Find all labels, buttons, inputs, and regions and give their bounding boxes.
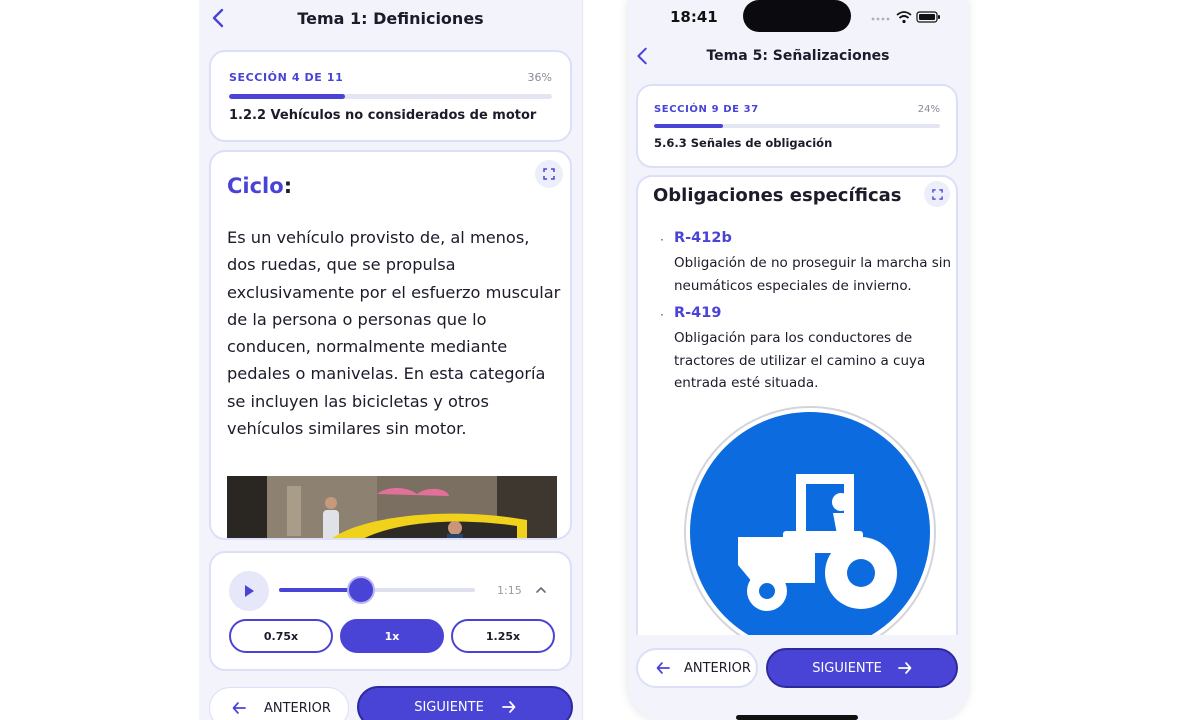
- play-button[interactable]: [229, 571, 269, 611]
- previous-button-label: ANTERIOR: [264, 700, 331, 716]
- section-progress-card: SECCIÓN 4 DE 11 36% 1.2.2 Vehículos no c…: [209, 50, 572, 142]
- audio-progress-slider[interactable]: [279, 576, 475, 604]
- next-button[interactable]: SIGUIENTE: [766, 648, 958, 688]
- section-label: SECCIÓN 9 DE 37: [654, 104, 759, 115]
- sign-code: R-412b: [674, 230, 732, 246]
- section-progress-card: SECCIÓN 9 DE 37 24% 5.6.3 Señales de obl…: [636, 84, 958, 168]
- bicycle-taxi-photo: [227, 476, 557, 538]
- expand-icon: [931, 188, 943, 200]
- previous-button-label: ANTERIOR: [684, 660, 751, 676]
- page-title: Tema 1: Definiciones: [297, 9, 484, 28]
- arrow-left-icon: [656, 662, 670, 674]
- status-bar-time: 18:41: [670, 8, 718, 26]
- lesson-content-card: Ciclo: Es un vehículo provisto de, al me…: [209, 150, 572, 540]
- home-indicator: [736, 715, 858, 720]
- speed-option-0-75x[interactable]: 0.75x: [229, 619, 333, 653]
- wifi-icon: [896, 11, 912, 24]
- battery-icon: [916, 11, 940, 23]
- expand-button[interactable]: [924, 181, 950, 207]
- audio-time: 1:15: [497, 584, 522, 597]
- play-icon: [245, 585, 254, 597]
- sign-description: Obligación de no proseguir la marcha sin…: [674, 255, 952, 294]
- content-title: Obligaciones específicas: [653, 185, 902, 206]
- section-progress-fill: [654, 124, 723, 128]
- page-title: Tema 5: Señalizaciones: [706, 48, 890, 64]
- section-progress-bar: [229, 94, 552, 99]
- next-button[interactable]: SIGUIENTE: [357, 686, 573, 720]
- expand-icon: [543, 168, 555, 180]
- chevron-up-icon[interactable]: [534, 583, 548, 597]
- dynamic-island: [743, 0, 851, 32]
- previous-button[interactable]: ANTERIOR: [636, 648, 758, 688]
- speed-option-1x[interactable]: 1x: [340, 619, 444, 653]
- signal-icon: [871, 17, 890, 21]
- status-bar-icons: [871, 11, 940, 24]
- section-subtitle: 1.2.2 Vehículos no considerados de motor: [229, 108, 537, 123]
- sign-description: Obligación para los conductores de tract…: [674, 330, 926, 391]
- arrow-right-icon: [897, 662, 912, 674]
- arrow-right-icon: [501, 701, 516, 713]
- next-button-label: SIGUIENTE: [812, 660, 882, 676]
- list-bullet: ·: [660, 233, 664, 247]
- previous-button[interactable]: ANTERIOR: [209, 687, 349, 720]
- term-colon: :: [283, 174, 293, 198]
- term-title: Ciclo:: [227, 174, 292, 198]
- section-label: SECCIÓN 4 DE 11: [229, 71, 344, 84]
- arrow-left-icon: [232, 702, 246, 714]
- audio-progress-thumb[interactable]: [347, 576, 376, 604]
- top-navigation-bar: Tema 1: Definiciones: [199, 0, 582, 40]
- right-phone-screen: 18:41 Tema 5: Señalizaciones SECCIÓN 9 D…: [628, 0, 968, 720]
- term-definition: Es un vehículo provisto de, al menos, do…: [227, 228, 561, 439]
- section-percent: 36%: [527, 71, 552, 84]
- lesson-content-card: Obligaciones específicas · R-412b Obliga…: [636, 175, 958, 635]
- audio-player-card: 1:15 0.75x 1x 1.25x: [209, 551, 572, 671]
- expand-button[interactable]: [535, 160, 563, 188]
- sign-code: R-419: [674, 305, 722, 321]
- section-subtitle: 5.6.3 Señales de obligación: [654, 136, 833, 150]
- section-progress-fill: [229, 94, 346, 99]
- tractor-sign-icon: [684, 406, 936, 635]
- left-phone-screen: Tema 1: Definiciones SECCIÓN 4 DE 11 36%…: [199, 0, 583, 720]
- section-percent: 24%: [917, 104, 940, 115]
- list-bullet: ·: [660, 308, 664, 322]
- next-button-label: SIGUIENTE: [414, 699, 484, 715]
- speed-option-1-25x[interactable]: 1.25x: [451, 619, 555, 653]
- section-progress-bar: [654, 124, 940, 128]
- term-word: Ciclo: [227, 174, 284, 198]
